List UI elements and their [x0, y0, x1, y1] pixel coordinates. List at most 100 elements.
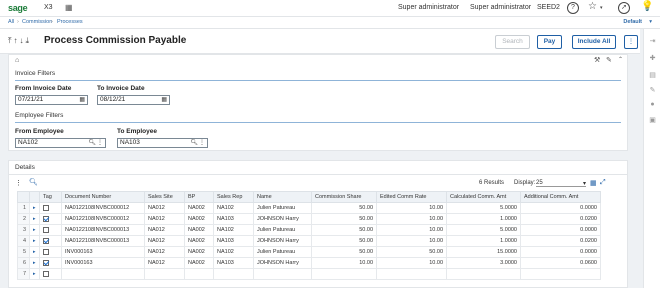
- tag-checkbox[interactable]: [43, 270, 49, 277]
- exit-icon[interactable]: ⇥: [648, 37, 657, 46]
- row-selector-icon[interactable]: ▸: [29, 268, 40, 280]
- edited-comm-rate-cell[interactable]: 10.00: [376, 213, 447, 225]
- folder-name[interactable]: SEED2: [537, 4, 560, 11]
- row-selector-icon[interactable]: ▸: [29, 202, 40, 214]
- table-row[interactable]: 2 ▸ NA0122108INVBC000012 NA012 NA002 NA103 JOH…: [17, 213, 601, 225]
- col-edited-comm-rate[interactable]: Edited Comm Rate: [376, 191, 447, 203]
- col-document-number[interactable]: Document Number: [61, 191, 145, 203]
- filters-panel: ⌂ ⚒ ✎ ⌃ Invoice Filters From Invoice Dat…: [8, 54, 628, 151]
- invoice-filters-title: Invoice Filters: [15, 70, 56, 77]
- edit-icon[interactable]: ✎: [606, 56, 612, 64]
- star-icon[interactable]: ☆: [588, 1, 597, 12]
- col-additional-comm-amt[interactable]: Additional Comm. Amt: [520, 191, 601, 203]
- home-icon[interactable]: ⌂: [15, 57, 19, 64]
- sales-rep-cell: NA102: [213, 224, 254, 236]
- tag-cell[interactable]: [39, 246, 62, 258]
- search-icon[interactable]: 🔍︎: [88, 139, 96, 147]
- edited-comm-rate-cell[interactable]: 50.00: [376, 246, 447, 258]
- tools-icon[interactable]: ⚒: [594, 56, 600, 64]
- user-name[interactable]: Super administrator: [470, 4, 531, 11]
- edited-comm-rate-cell[interactable]: 10.00: [376, 202, 447, 214]
- breadcrumb-commission[interactable]: Commission: [22, 19, 52, 25]
- from-invoice-date-field[interactable]: 07/21/21 ▦: [15, 95, 88, 105]
- more-icon[interactable]: ⋮: [97, 139, 103, 147]
- display-select[interactable]: 25 ▾: [536, 180, 586, 187]
- tag-checkbox[interactable]: [43, 259, 49, 266]
- comment-icon[interactable]: ●: [648, 101, 657, 110]
- table-row[interactable]: 5 ▸ INV000163 NA012 NA002 NA102 Julien Paturea…: [17, 246, 601, 258]
- table-row[interactable]: 6 ▸ INV000163 NA012 NA002 NA103 JOHNSON Harry 1…: [17, 257, 601, 269]
- col-sales-rep[interactable]: Sales Rep: [213, 191, 254, 203]
- calendar-icon[interactable]: ▦: [161, 96, 167, 104]
- tag-checkbox[interactable]: [43, 204, 49, 211]
- breadcrumb-processes[interactable]: Processes: [57, 19, 83, 25]
- default-chevron-icon[interactable]: ▾: [649, 19, 652, 25]
- table-row[interactable]: 3 ▸ NA0122108INVBC000013 NA012 NA002 NA102 Jul…: [17, 224, 601, 236]
- grid-settings-icon[interactable]: ▦: [590, 179, 597, 187]
- print-icon[interactable]: ▤: [648, 71, 657, 80]
- lightbulb-icon[interactable]: 💡: [641, 1, 653, 12]
- tag-checkbox[interactable]: [43, 248, 49, 255]
- from-employee-field[interactable]: NA102 🔍︎ ⋮: [15, 138, 106, 148]
- row-number: 6: [17, 257, 30, 269]
- search-button[interactable]: Search: [495, 35, 530, 49]
- grid-menu-icon[interactable]: ⋮: [15, 179, 22, 187]
- calendar-icon[interactable]: ▦: [79, 96, 85, 104]
- content-area: ⌂ ⚒ ✎ ⌃ Invoice Filters From Invoice Dat…: [0, 54, 640, 288]
- breadcrumb-all[interactable]: All: [8, 19, 14, 25]
- tag-cell[interactable]: [39, 257, 62, 269]
- pay-button[interactable]: Pay: [537, 35, 562, 49]
- tag-cell[interactable]: [39, 268, 62, 280]
- more-actions-button[interactable]: ⋮: [624, 35, 638, 49]
- search-icon[interactable]: 🔍︎: [190, 139, 198, 147]
- tag-checkbox[interactable]: [43, 226, 49, 233]
- col-tag[interactable]: Tag: [39, 191, 62, 203]
- collapse-icon[interactable]: ⌃: [618, 56, 623, 63]
- col-calculated-comm-amt[interactable]: Calculated Comm. Amt: [446, 191, 521, 203]
- tag-cell[interactable]: [39, 235, 62, 247]
- table-row[interactable]: 1 ▸ NA0122108INVBC000012 NA012 NA002 NA102 Jul…: [17, 202, 601, 214]
- col-sales-site[interactable]: Sales Site: [144, 191, 185, 203]
- col-bp[interactable]: BP: [184, 191, 214, 203]
- compass-icon[interactable]: ➚: [618, 2, 630, 14]
- calculated-comm-amt-cell: 5.0000: [446, 202, 521, 214]
- row-selector-icon[interactable]: ▸: [29, 213, 40, 225]
- nav-arrows-icon[interactable]: ⤒↑↓⤓: [8, 36, 31, 46]
- more-icon[interactable]: ⋮: [199, 139, 205, 147]
- table-row[interactable]: 4 ▸ NA0122108INVBC000013 NA012 NA002 NA103 JOH…: [17, 235, 601, 247]
- sales-rep-cell: NA103: [213, 213, 254, 225]
- tag-cell[interactable]: [39, 224, 62, 236]
- to-invoice-date-field[interactable]: 08/12/21 ▦: [97, 95, 170, 105]
- to-employee-field[interactable]: NA103 🔍︎ ⋮: [117, 138, 208, 148]
- edited-comm-rate-cell[interactable]: 10.00: [376, 257, 447, 269]
- tag-cell[interactable]: [39, 213, 62, 225]
- commission-share-cell: 50.00: [311, 235, 377, 247]
- edited-comm-rate-cell[interactable]: 10.00: [376, 224, 447, 236]
- row-selector-icon[interactable]: ▸: [29, 246, 40, 258]
- default-label[interactable]: Default: [623, 19, 642, 25]
- attach-icon[interactable]: ✎: [648, 86, 657, 95]
- chevron-down-icon[interactable]: ▾: [600, 5, 603, 11]
- document-number-cell: NA0122108INVBC000013: [61, 224, 145, 236]
- expand-icon[interactable]: ⤢: [600, 179, 606, 187]
- edited-comm-rate-cell[interactable]: [376, 268, 447, 280]
- tag-checkbox[interactable]: [43, 237, 49, 244]
- help-icon[interactable]: ?: [567, 2, 579, 14]
- include-all-button[interactable]: Include All: [572, 35, 616, 49]
- tag-cell[interactable]: [39, 202, 62, 214]
- lock-icon[interactable]: ▣: [648, 116, 657, 125]
- document-number-cell: NA0122108INVBC000013: [61, 235, 145, 247]
- table-row[interactable]: 7 ▸: [17, 268, 601, 280]
- row-selector-icon[interactable]: ▸: [29, 235, 40, 247]
- add-icon[interactable]: ✚: [648, 54, 657, 63]
- calendar-icon[interactable]: ▦: [65, 3, 74, 12]
- row-selector-icon[interactable]: ▸: [29, 257, 40, 269]
- tag-checkbox[interactable]: [43, 215, 49, 222]
- row-number: 1: [17, 202, 30, 214]
- edited-comm-rate-cell[interactable]: 10.00: [376, 235, 447, 247]
- user-role[interactable]: Super administrator: [398, 4, 459, 11]
- col-name[interactable]: Name: [253, 191, 312, 203]
- col-commission-share[interactable]: Commission Share: [311, 191, 377, 203]
- search-icon[interactable]: 🔍︎: [29, 178, 38, 186]
- row-selector-icon[interactable]: ▸: [29, 224, 40, 236]
